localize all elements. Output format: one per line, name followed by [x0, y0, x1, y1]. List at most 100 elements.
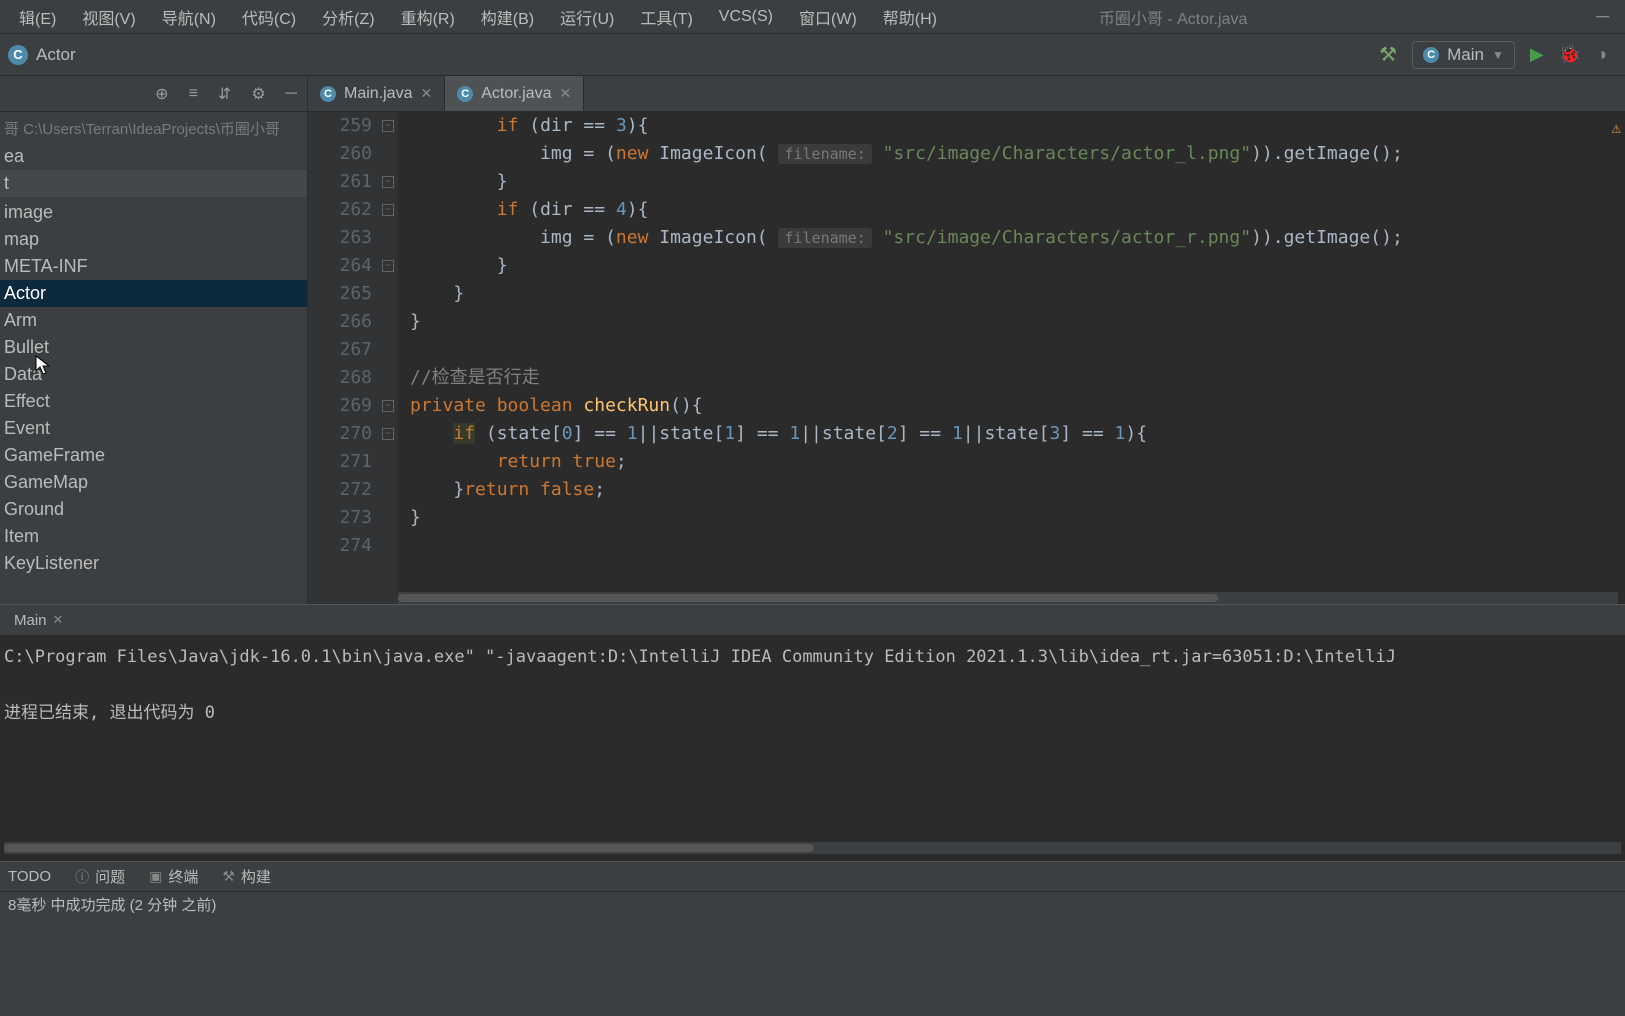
close-icon[interactable]: ✕	[420, 85, 432, 102]
tree-item[interactable]: GameFrame	[0, 442, 307, 469]
locate-icon[interactable]: ⊕	[155, 84, 168, 104]
menu-item[interactable]: 重构(R)	[388, 5, 468, 29]
tree-item[interactable]: ea	[0, 143, 307, 170]
tree-item[interactable]: Data	[0, 361, 307, 388]
output-line: C:\Program Files\Java\jdk-16.0.1\bin\jav…	[4, 643, 1621, 671]
menu-item[interactable]: 运行(U)	[547, 5, 627, 29]
code-line: }	[410, 308, 1625, 336]
tree-item[interactable]: Event	[0, 415, 307, 442]
tree-item[interactable]: GameMap	[0, 469, 307, 496]
tree-item[interactable]: map	[0, 226, 307, 253]
line-number: 260	[308, 140, 372, 168]
tab-icon: ⓘ	[75, 867, 89, 887]
scrollbar-thumb[interactable]	[4, 844, 814, 852]
close-icon[interactable]: ✕	[53, 612, 64, 628]
code-area[interactable]: if (dir == 3){ img = (new ImageIcon( fil…	[398, 112, 1625, 604]
bottom-tab-label: 问题	[95, 866, 125, 887]
class-icon: C	[8, 45, 28, 65]
tree-item[interactable]: Arm	[0, 307, 307, 334]
tree-item[interactable]: image	[0, 199, 307, 226]
code-line	[410, 336, 1625, 364]
hide-icon[interactable]: ─	[286, 85, 297, 103]
fold-icon[interactable]: −	[382, 400, 394, 412]
run-tab[interactable]: Main ✕	[4, 610, 73, 631]
menu-item[interactable]: 工具(T)	[627, 5, 705, 29]
tree-item[interactable]: Actor	[0, 280, 307, 307]
bottom-tab[interactable]: ▣终端	[149, 866, 198, 887]
breadcrumb[interactable]: Actor	[36, 45, 76, 65]
bottom-tab[interactable]: ⓘ 问题	[75, 866, 125, 887]
bottom-tab-label: TODO	[8, 868, 51, 885]
tree-item[interactable]: Item	[0, 523, 307, 550]
menu-item[interactable]: 窗口(W)	[786, 5, 870, 29]
fold-icon[interactable]: −	[382, 176, 394, 188]
code-line: }	[410, 168, 1625, 196]
run-tabs: Main ✕	[0, 605, 1625, 635]
editor-tab[interactable]: CActor.java✕	[445, 76, 584, 111]
run-config-selector[interactable]: C Main ▼	[1412, 41, 1515, 69]
menu-item[interactable]: VCS(S)	[706, 8, 786, 26]
fold-icon[interactable]: −	[382, 204, 394, 216]
fold-icon[interactable]: −	[382, 260, 394, 272]
bottom-tab[interactable]: ⚒构建	[222, 866, 271, 887]
gutter: 2592602612622632642652662672682692702712…	[308, 112, 398, 604]
line-number: 263	[308, 224, 372, 252]
line-number: 266	[308, 308, 372, 336]
collapse-icon[interactable]: ⇵	[218, 84, 231, 104]
tab-icon: ▣	[149, 868, 162, 885]
warning-icon[interactable]: ⚠	[1611, 118, 1621, 137]
menu-item[interactable]: 帮助(H)	[870, 5, 950, 29]
menu-item[interactable]: 辑(E)	[6, 5, 69, 29]
main-area: ⊕ ≡ ⇵ ⚙ ─ 哥 C:\Users\Terran\IdeaProjects…	[0, 76, 1625, 604]
bottom-tab-label: 构建	[241, 866, 271, 887]
scrollbar-thumb[interactable]	[398, 594, 1218, 602]
editor-hscrollbar[interactable]	[398, 592, 1618, 604]
fold-icon[interactable]: −	[382, 428, 394, 440]
project-path[interactable]: 哥 C:\Users\Terran\IdeaProjects\币圈小哥	[0, 116, 307, 143]
run-output[interactable]: C:\Program Files\Java\jdk-16.0.1\bin\jav…	[0, 635, 1625, 862]
menu-item[interactable]: 代码(C)	[229, 5, 309, 29]
run-config-label: Main	[1447, 45, 1484, 65]
line-number: 267	[308, 336, 372, 364]
tree-item[interactable]: Ground	[0, 496, 307, 523]
coverage-icon[interactable]: ◑	[1596, 44, 1607, 65]
tree-item[interactable]: KeyListener	[0, 550, 307, 577]
window-title: 币圈小哥 - Actor.java	[950, 5, 1596, 29]
tree-item[interactable]: Bullet	[0, 334, 307, 361]
editor-tab[interactable]: CMain.java✕	[308, 76, 445, 111]
run-hscrollbar[interactable]	[4, 842, 1621, 854]
editor-tabs: CMain.java✕CActor.java✕	[308, 76, 1625, 112]
build-icon[interactable]: ⚒	[1379, 42, 1397, 67]
editor-body[interactable]: 2592602612622632642652662672682692702712…	[308, 112, 1625, 604]
menu-item[interactable]: 导航(N)	[149, 5, 229, 29]
fold-icon[interactable]: −	[382, 120, 394, 132]
line-number: 261	[308, 168, 372, 196]
tree-item[interactable]: Effect	[0, 388, 307, 415]
bottom-tab[interactable]: TODO	[8, 868, 51, 885]
expand-icon[interactable]: ≡	[189, 85, 198, 103]
code-line: if (dir == 3){	[410, 112, 1625, 140]
chevron-down-icon: ▼	[1492, 48, 1504, 62]
gear-icon[interactable]: ⚙	[251, 84, 265, 104]
window-controls: ─	[1596, 6, 1619, 27]
code-line: }	[410, 252, 1625, 280]
bottom-tool-tabs: TODO ⓘ 问题 ▣终端 ⚒构建	[0, 861, 1625, 891]
close-icon[interactable]: ✕	[559, 85, 571, 102]
minimize-icon[interactable]: ─	[1596, 6, 1609, 27]
menu-item[interactable]: 视图(V)	[69, 5, 148, 29]
code-line: }	[410, 504, 1625, 532]
tree-item[interactable]: META-INF	[0, 253, 307, 280]
run-tab-label: Main	[14, 612, 47, 629]
project-tree[interactable]: 哥 C:\Users\Terran\IdeaProjects\币圈小哥 eati…	[0, 112, 307, 604]
menu-item[interactable]: 构建(B)	[468, 5, 547, 29]
output-line: 进程已结束, 退出代码为 0	[4, 699, 1621, 727]
tree-item[interactable]: t	[0, 170, 307, 197]
code-line: }	[410, 280, 1625, 308]
debug-icon[interactable]: 🐞	[1559, 44, 1581, 65]
menu-item[interactable]: 分析(Z)	[309, 5, 387, 29]
code-line: img = (new ImageIcon( filename: "src/ima…	[410, 140, 1625, 168]
run-icon[interactable]: ▶	[1530, 44, 1544, 65]
line-number: 264	[308, 252, 372, 280]
toolbar: C Actor ⚒ C Main ▼ ▶ 🐞 ◑	[0, 34, 1625, 76]
line-number: 273	[308, 504, 372, 532]
